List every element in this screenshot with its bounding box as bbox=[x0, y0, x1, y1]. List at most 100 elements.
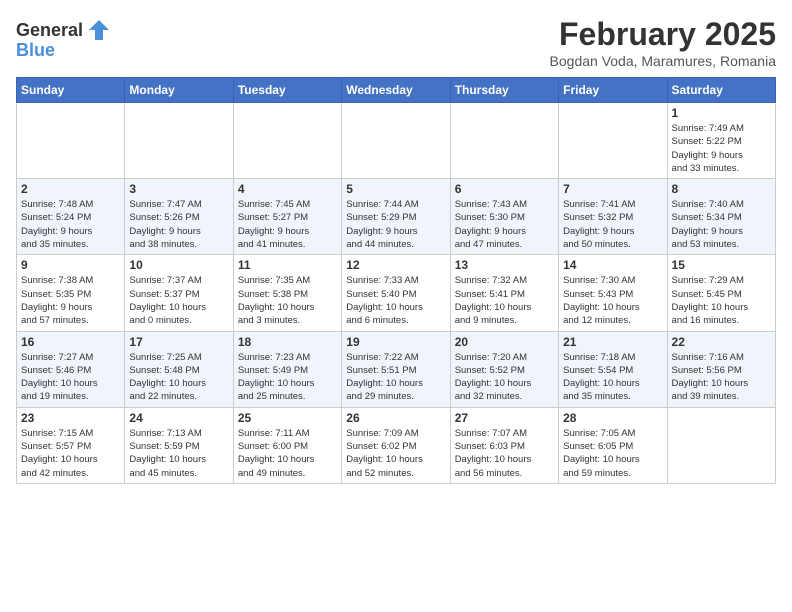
calendar-table: SundayMondayTuesdayWednesdayThursdayFrid… bbox=[16, 77, 776, 484]
calendar-cell bbox=[233, 103, 341, 179]
day-number: 27 bbox=[455, 411, 554, 425]
weekday-header-saturday: Saturday bbox=[667, 78, 775, 103]
weekday-header-row: SundayMondayTuesdayWednesdayThursdayFrid… bbox=[17, 78, 776, 103]
calendar-cell: 25 Sunrise: 7:11 AM Sunset: 6:00 PM Dayli… bbox=[233, 407, 341, 483]
weekday-header-tuesday: Tuesday bbox=[233, 78, 341, 103]
calendar-cell bbox=[559, 103, 667, 179]
calendar-cell: 5 Sunrise: 7:44 AM Sunset: 5:29 PM Daylig… bbox=[342, 179, 450, 255]
calendar-cell: 21Sunrise: 7:18 AM Sunset: 5:54 PM Dayli… bbox=[559, 331, 667, 407]
calendar-cell: 1 Sunrise: 7:49 AM Sunset: 5:22 PM Daylig… bbox=[667, 103, 775, 179]
day-info: Sunrise: 7:25 AM Sunset: 5:48 PM Dayligh… bbox=[129, 351, 228, 404]
logo-general-text: General bbox=[16, 20, 83, 41]
day-info: Sunrise: 7:30 AM Sunset: 5:43 PM Dayligh… bbox=[563, 274, 662, 327]
day-number: 26 bbox=[346, 411, 445, 425]
day-number: 1 bbox=[672, 106, 771, 120]
day-number: 4 bbox=[238, 182, 337, 196]
calendar-cell: 23Sunrise: 7:15 AM Sunset: 5:57 PM Dayli… bbox=[17, 407, 125, 483]
week-row-1: 1 Sunrise: 7:49 AM Sunset: 5:22 PM Daylig… bbox=[17, 103, 776, 179]
weekday-header-monday: Monday bbox=[125, 78, 233, 103]
calendar-cell: 20 Sunrise: 7:20 AM Sunset: 5:52 PM Dayli… bbox=[450, 331, 558, 407]
day-number: 10 bbox=[129, 258, 228, 272]
day-number: 15 bbox=[672, 258, 771, 272]
calendar-cell: 28Sunrise: 7:05 AM Sunset: 6:05 PM Dayli… bbox=[559, 407, 667, 483]
calendar-cell: 7Sunrise: 7:41 AM Sunset: 5:32 PM Daylig… bbox=[559, 179, 667, 255]
day-number: 20 bbox=[455, 335, 554, 349]
day-info: Sunrise: 7:07 AM Sunset: 6:03 PM Dayligh… bbox=[455, 427, 554, 480]
calendar-cell: 27 Sunrise: 7:07 AM Sunset: 6:03 PM Dayli… bbox=[450, 407, 558, 483]
day-info: Sunrise: 7:13 AM Sunset: 5:59 PM Dayligh… bbox=[129, 427, 228, 480]
calendar-cell: 16 Sunrise: 7:27 AM Sunset: 5:46 PM Dayli… bbox=[17, 331, 125, 407]
day-info: Sunrise: 7:44 AM Sunset: 5:29 PM Dayligh… bbox=[346, 198, 445, 251]
title-area: February 2025 Bogdan Voda, Maramures, Ro… bbox=[550, 16, 776, 69]
calendar-cell: 4Sunrise: 7:45 AM Sunset: 5:27 PM Daylig… bbox=[233, 179, 341, 255]
calendar-cell bbox=[667, 407, 775, 483]
logo-icon bbox=[85, 16, 113, 44]
day-number: 12 bbox=[346, 258, 445, 272]
week-row-2: 2 Sunrise: 7:48 AM Sunset: 5:24 PM Daylig… bbox=[17, 179, 776, 255]
calendar-cell: 12 Sunrise: 7:33 AM Sunset: 5:40 PM Dayli… bbox=[342, 255, 450, 331]
day-number: 16 bbox=[21, 335, 120, 349]
calendar-cell: 6 Sunrise: 7:43 AM Sunset: 5:30 PM Daylig… bbox=[450, 179, 558, 255]
calendar-cell: 14 Sunrise: 7:30 AM Sunset: 5:43 PM Dayli… bbox=[559, 255, 667, 331]
calendar-cell: 15 Sunrise: 7:29 AM Sunset: 5:45 PM Dayli… bbox=[667, 255, 775, 331]
week-row-4: 16 Sunrise: 7:27 AM Sunset: 5:46 PM Dayli… bbox=[17, 331, 776, 407]
day-info: Sunrise: 7:43 AM Sunset: 5:30 PM Dayligh… bbox=[455, 198, 554, 251]
day-info: Sunrise: 7:49 AM Sunset: 5:22 PM Dayligh… bbox=[672, 122, 771, 175]
calendar-cell: 22 Sunrise: 7:16 AM Sunset: 5:56 PM Dayli… bbox=[667, 331, 775, 407]
calendar-cell: 24Sunrise: 7:13 AM Sunset: 5:59 PM Dayli… bbox=[125, 407, 233, 483]
day-number: 2 bbox=[21, 182, 120, 196]
day-number: 9 bbox=[21, 258, 120, 272]
day-info: Sunrise: 7:09 AM Sunset: 6:02 PM Dayligh… bbox=[346, 427, 445, 480]
day-info: Sunrise: 7:48 AM Sunset: 5:24 PM Dayligh… bbox=[21, 198, 120, 251]
logo: General Blue bbox=[16, 16, 113, 61]
day-info: Sunrise: 7:18 AM Sunset: 5:54 PM Dayligh… bbox=[563, 351, 662, 404]
day-number: 7 bbox=[563, 182, 662, 196]
day-number: 8 bbox=[672, 182, 771, 196]
calendar-cell: 26 Sunrise: 7:09 AM Sunset: 6:02 PM Dayli… bbox=[342, 407, 450, 483]
day-info: Sunrise: 7:20 AM Sunset: 5:52 PM Dayligh… bbox=[455, 351, 554, 404]
day-number: 6 bbox=[455, 182, 554, 196]
calendar-cell: 8 Sunrise: 7:40 AM Sunset: 5:34 PM Daylig… bbox=[667, 179, 775, 255]
day-info: Sunrise: 7:33 AM Sunset: 5:40 PM Dayligh… bbox=[346, 274, 445, 327]
calendar-cell: 9 Sunrise: 7:38 AM Sunset: 5:35 PM Daylig… bbox=[17, 255, 125, 331]
day-info: Sunrise: 7:40 AM Sunset: 5:34 PM Dayligh… bbox=[672, 198, 771, 251]
day-number: 18 bbox=[238, 335, 337, 349]
day-number: 19 bbox=[346, 335, 445, 349]
header: General Blue February 2025 Bogdan Voda, … bbox=[16, 16, 776, 69]
day-info: Sunrise: 7:16 AM Sunset: 5:56 PM Dayligh… bbox=[672, 351, 771, 404]
calendar-cell: 3 Sunrise: 7:47 AM Sunset: 5:26 PM Daylig… bbox=[125, 179, 233, 255]
day-number: 13 bbox=[455, 258, 554, 272]
day-number: 22 bbox=[672, 335, 771, 349]
day-info: Sunrise: 7:22 AM Sunset: 5:51 PM Dayligh… bbox=[346, 351, 445, 404]
calendar-cell: 2 Sunrise: 7:48 AM Sunset: 5:24 PM Daylig… bbox=[17, 179, 125, 255]
logo-blue-text: Blue bbox=[16, 40, 55, 60]
calendar-cell: 17 Sunrise: 7:25 AM Sunset: 5:48 PM Dayli… bbox=[125, 331, 233, 407]
calendar-cell: 18 Sunrise: 7:23 AM Sunset: 5:49 PM Dayli… bbox=[233, 331, 341, 407]
day-info: Sunrise: 7:05 AM Sunset: 6:05 PM Dayligh… bbox=[563, 427, 662, 480]
month-year-title: February 2025 bbox=[550, 16, 776, 53]
day-number: 14 bbox=[563, 258, 662, 272]
week-row-3: 9 Sunrise: 7:38 AM Sunset: 5:35 PM Daylig… bbox=[17, 255, 776, 331]
calendar-cell bbox=[17, 103, 125, 179]
day-info: Sunrise: 7:37 AM Sunset: 5:37 PM Dayligh… bbox=[129, 274, 228, 327]
day-number: 17 bbox=[129, 335, 228, 349]
day-info: Sunrise: 7:47 AM Sunset: 5:26 PM Dayligh… bbox=[129, 198, 228, 251]
day-number: 5 bbox=[346, 182, 445, 196]
calendar-cell bbox=[450, 103, 558, 179]
day-info: Sunrise: 7:23 AM Sunset: 5:49 PM Dayligh… bbox=[238, 351, 337, 404]
calendar-cell bbox=[125, 103, 233, 179]
location-subtitle: Bogdan Voda, Maramures, Romania bbox=[550, 53, 776, 69]
day-info: Sunrise: 7:35 AM Sunset: 5:38 PM Dayligh… bbox=[238, 274, 337, 327]
day-number: 3 bbox=[129, 182, 228, 196]
day-info: Sunrise: 7:38 AM Sunset: 5:35 PM Dayligh… bbox=[21, 274, 120, 327]
day-info: Sunrise: 7:27 AM Sunset: 5:46 PM Dayligh… bbox=[21, 351, 120, 404]
day-number: 11 bbox=[238, 258, 337, 272]
calendar-cell: 19 Sunrise: 7:22 AM Sunset: 5:51 PM Dayli… bbox=[342, 331, 450, 407]
calendar-cell bbox=[342, 103, 450, 179]
calendar-cell: 10 Sunrise: 7:37 AM Sunset: 5:37 PM Dayli… bbox=[125, 255, 233, 331]
day-number: 25 bbox=[238, 411, 337, 425]
weekday-header-friday: Friday bbox=[559, 78, 667, 103]
day-info: Sunrise: 7:15 AM Sunset: 5:57 PM Dayligh… bbox=[21, 427, 120, 480]
day-info: Sunrise: 7:29 AM Sunset: 5:45 PM Dayligh… bbox=[672, 274, 771, 327]
day-info: Sunrise: 7:11 AM Sunset: 6:00 PM Dayligh… bbox=[238, 427, 337, 480]
